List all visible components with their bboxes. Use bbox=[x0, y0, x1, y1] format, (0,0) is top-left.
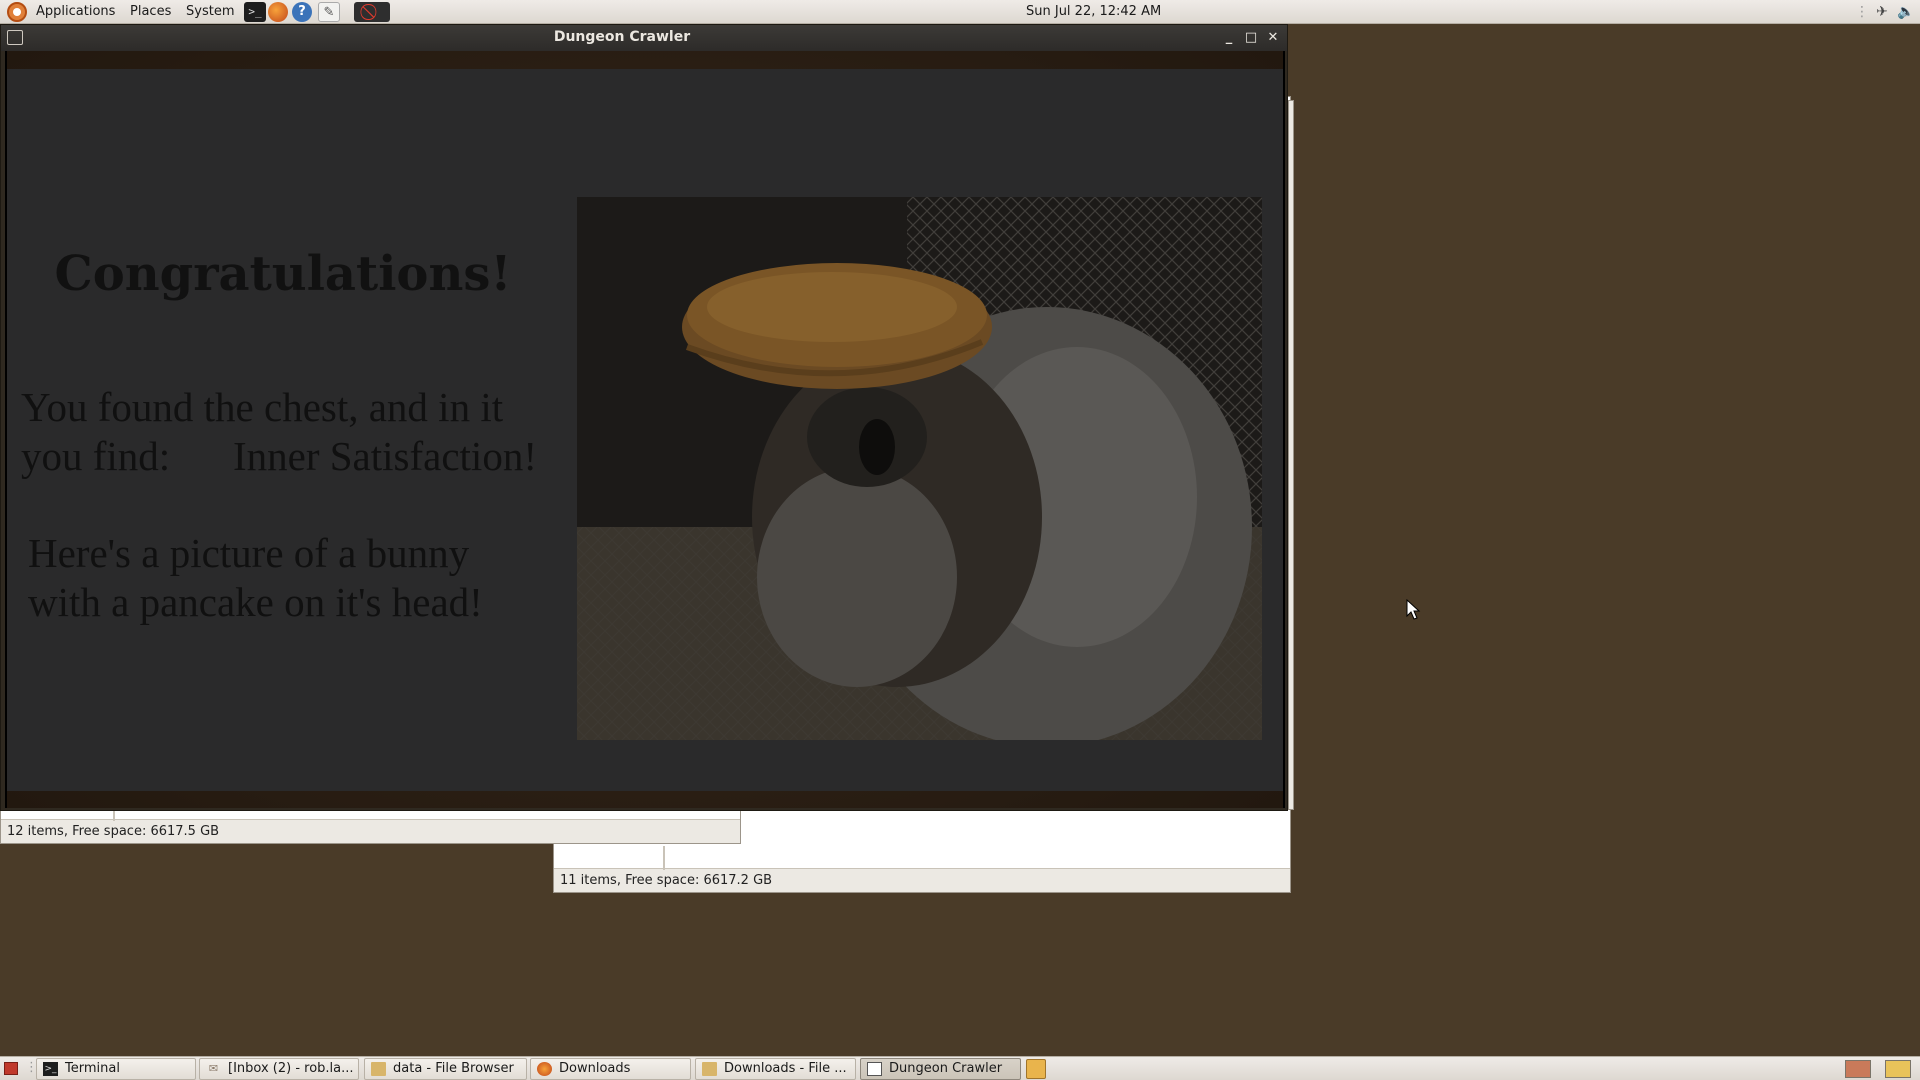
firefox-icon bbox=[537, 1062, 552, 1076]
bunny-caption-line1: Here's a picture of a bunny bbox=[28, 530, 470, 576]
file-browser-status-bar: 12 items, Free space: 6617.5 GB bbox=[1, 819, 740, 843]
maximize-icon[interactable]: □ bbox=[1242, 29, 1260, 47]
window-edge bbox=[1288, 100, 1294, 810]
bunny-with-pancake-photo bbox=[577, 197, 1262, 740]
task-dungeon-crawler[interactable]: Dungeon Crawler bbox=[860, 1058, 1021, 1080]
game-canvas[interactable]: Congratulations! You found the chest, an… bbox=[5, 51, 1285, 808]
window-icon bbox=[867, 1062, 882, 1076]
no-entry-icon[interactable]: ⃠ bbox=[354, 2, 390, 22]
network-icon[interactable]: ✈ bbox=[1872, 2, 1892, 22]
pane-divider[interactable] bbox=[113, 811, 115, 821]
file-browser-status-bar: 11 items, Free space: 6617.2 GB bbox=[554, 868, 1290, 892]
task-label: Downloads - File ... bbox=[724, 1061, 847, 1076]
minimize-icon[interactable]: _ bbox=[1220, 29, 1238, 47]
task-label: [Inbox (2) - rob.la... bbox=[228, 1061, 354, 1076]
workspace-1[interactable] bbox=[1845, 1060, 1871, 1078]
clock[interactable]: Sun Jul 22, 12:42 AM bbox=[1026, 3, 1161, 21]
task-downloads-firefox[interactable]: Downloads bbox=[530, 1058, 691, 1080]
reward-message-line2-prefix: you find: bbox=[21, 433, 171, 479]
bunny-caption: Here's a picture of a bunny with a panca… bbox=[28, 529, 568, 627]
status-text: 12 items, Free space: 6617.5 GB bbox=[7, 824, 220, 839]
task-downloads-file-browser[interactable]: Downloads - File ... bbox=[695, 1058, 856, 1080]
bunny-illustration bbox=[577, 197, 1262, 740]
mail-icon: ✉ bbox=[208, 1062, 219, 1075]
task-label: data - File Browser bbox=[393, 1061, 514, 1076]
task-label: Terminal bbox=[65, 1061, 120, 1076]
ubuntu-logo-icon[interactable] bbox=[7, 2, 27, 22]
reward-message-line1: You found the chest, and in it bbox=[21, 384, 504, 430]
terminal-icon[interactable]: >_ bbox=[244, 2, 266, 22]
show-desktop-icon[interactable] bbox=[4, 1062, 18, 1075]
status-text: 11 items, Free space: 6617.2 GB bbox=[560, 873, 773, 888]
task-label: Downloads bbox=[559, 1061, 631, 1076]
text-editor-icon[interactable]: ✎ bbox=[318, 2, 340, 22]
dungeon-crawler-window[interactable]: Dungeon Crawler _ □ ✕ Congratulations! Y… bbox=[0, 24, 1288, 811]
firefox-icon[interactable] bbox=[268, 2, 288, 22]
workspace-2[interactable] bbox=[1885, 1060, 1911, 1078]
close-icon[interactable]: ✕ bbox=[1264, 29, 1282, 47]
task-inbox[interactable]: ✉ [Inbox (2) - rob.la... bbox=[199, 1058, 359, 1080]
trash-applet-icon[interactable] bbox=[1026, 1059, 1046, 1079]
bunny-caption-line2: with a pancake on it's head! bbox=[28, 579, 483, 625]
task-label: Dungeon Crawler bbox=[889, 1061, 1003, 1076]
top-panel: Applications Places System >_ ? ✎ ⃠ Sun … bbox=[0, 0, 1920, 24]
help-icon[interactable]: ? bbox=[292, 2, 312, 22]
task-data-file-browser[interactable]: data - File Browser bbox=[364, 1058, 527, 1080]
folder-icon bbox=[702, 1062, 717, 1076]
file-browser-window-front[interactable]: 12 items, Free space: 6617.5 GB bbox=[0, 810, 741, 844]
terminal-icon: >_ bbox=[43, 1062, 58, 1076]
tray-separator: ⋮ bbox=[1855, 4, 1869, 20]
window-title: Dungeon Crawler bbox=[553, 29, 691, 45]
pane-divider[interactable] bbox=[663, 846, 665, 870]
bottom-panel: ⋮ >_ Terminal ✉ [Inbox (2) - rob.la... d… bbox=[0, 1056, 1920, 1080]
window-titlebar[interactable]: Dungeon Crawler _ □ ✕ bbox=[1, 25, 1287, 51]
task-terminal[interactable]: >_ Terminal bbox=[36, 1058, 196, 1080]
reward-overlay: Congratulations! You found the chest, an… bbox=[7, 69, 1283, 791]
menu-system[interactable]: System bbox=[186, 3, 234, 21]
volume-icon[interactable]: 🔈 bbox=[1896, 2, 1916, 22]
folder-icon bbox=[371, 1062, 386, 1076]
reward-item-name: Inner Satisfaction! bbox=[233, 433, 537, 479]
menu-places[interactable]: Places bbox=[130, 3, 171, 21]
congratulations-heading: Congratulations! bbox=[54, 246, 512, 302]
menu-applications[interactable]: Applications bbox=[36, 3, 115, 21]
